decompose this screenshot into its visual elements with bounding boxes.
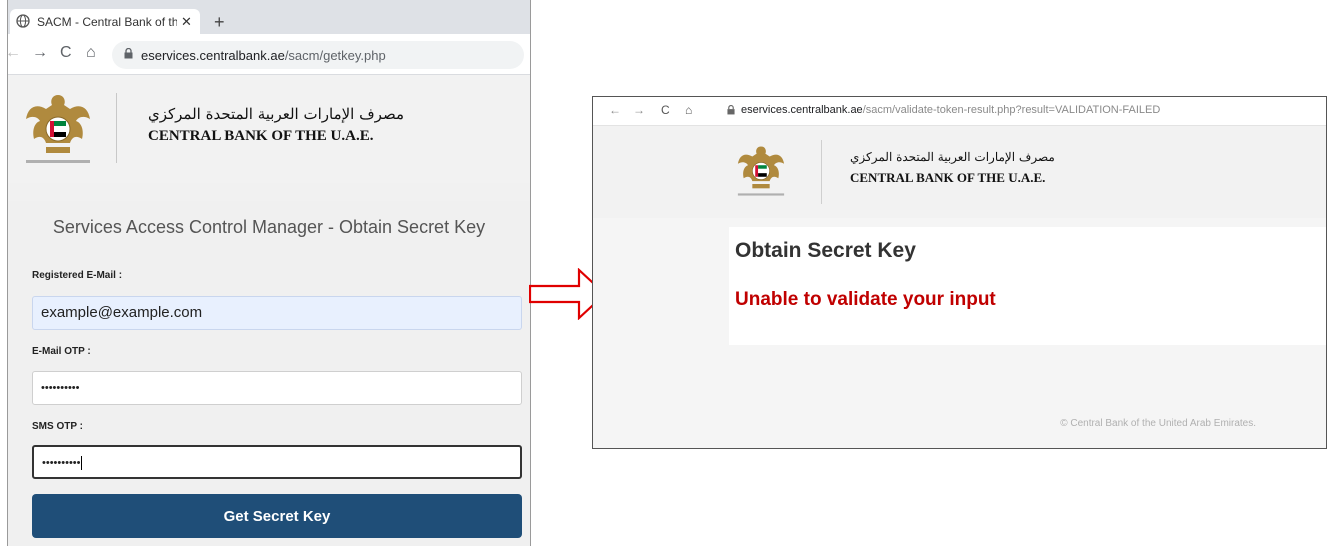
error-message: Unable to validate your input [735,289,996,310]
tab-strip: SACM - Central Bank of the U.A.E ✕ + [8,0,530,34]
text-caret [80,456,82,470]
email-otp-label: E-Mail OTP : [32,346,91,357]
uae-emblem-icon [26,95,90,163]
get-secret-key-button[interactable]: Get Secret Key [32,494,522,538]
home-icon[interactable]: ⌂ [86,44,96,62]
reload-icon[interactable]: C [60,44,72,62]
bank-name-english: CENTRAL BANK OF THE U.A.E. [148,128,374,144]
left-browser-window: SACM - Central Bank of the U.A.E ✕ + ← →… [7,0,531,546]
tab-title: SACM - Central Bank of the U.A.E [37,14,177,29]
sms-otp-field[interactable]: •••••••••• [32,445,522,479]
uae-emblem-icon [737,146,785,196]
bank-name-arabic: مصرف الإمارات العربية المتحدة المركزي [148,105,404,123]
address-bar[interactable]: eservices.centralbank.ae/sacm/validate-t… [741,104,1160,116]
back-icon[interactable]: ← [609,103,621,117]
url-host: eservices.centralbank.ae [741,104,863,116]
email-label: Registered E-Mail : [32,270,123,281]
sms-otp-value: •••••••••• [42,456,81,469]
forward-icon[interactable]: → [32,44,48,62]
back-icon[interactable]: ← [8,44,21,62]
browser-tab[interactable]: SACM - Central Bank of the U.A.E ✕ [10,9,200,34]
browser-toolbar: ← → C ⌂ eservices.centralbank.ae/sacm/va… [593,97,1326,126]
bank-name-arabic: مصرف الإمارات العربية المتحدة المركزي [850,150,1055,164]
secret-key-form: Services Access Control Manager - Obtain… [8,201,530,546]
browser-toolbar: ← → C ⌂ eservices.centralbank.ae /sacm/g… [8,34,530,75]
site-header: مصرف الإمارات العربية المتحدة المركزي CE… [8,75,530,183]
site-header: مصرف الإمارات العربية المتحدة المركزي CE… [593,126,1326,218]
bank-name-english: CENTRAL BANK OF THE U.A.E. [850,170,1046,185]
email-field[interactable]: example@example.com [32,296,522,330]
right-browser-window: ← → C ⌂ eservices.centralbank.ae/sacm/va… [592,96,1327,449]
form-title: Services Access Control Manager - Obtain… [52,217,486,237]
email-otp-field[interactable]: •••••••••• [32,371,522,405]
lock-icon [727,104,735,117]
header-divider [821,140,822,204]
result-card: Obtain Secret Key Unable to validate you… [729,227,1326,345]
address-bar[interactable]: eservices.centralbank.ae /sacm/getkey.ph… [112,41,524,69]
sms-otp-label: SMS OTP : [32,421,83,432]
new-tab-button[interactable]: + [214,12,225,33]
reload-icon[interactable]: C [661,103,670,117]
lock-icon [124,47,133,62]
header-divider [116,93,117,163]
forward-icon[interactable]: → [633,103,645,117]
close-icon[interactable]: ✕ [181,14,192,30]
url-path: /sacm/validate-token-result.php?result=V… [862,104,1161,116]
home-icon[interactable]: ⌂ [685,103,692,117]
url-path: /sacm/getkey.php [284,47,386,63]
card-title: Obtain Secret Key [735,239,916,262]
url-host: eservices.centralbank.ae [141,47,285,63]
footer-copyright: © Central Bank of the United Arab Emirat… [1060,418,1256,429]
globe-icon [15,13,31,30]
